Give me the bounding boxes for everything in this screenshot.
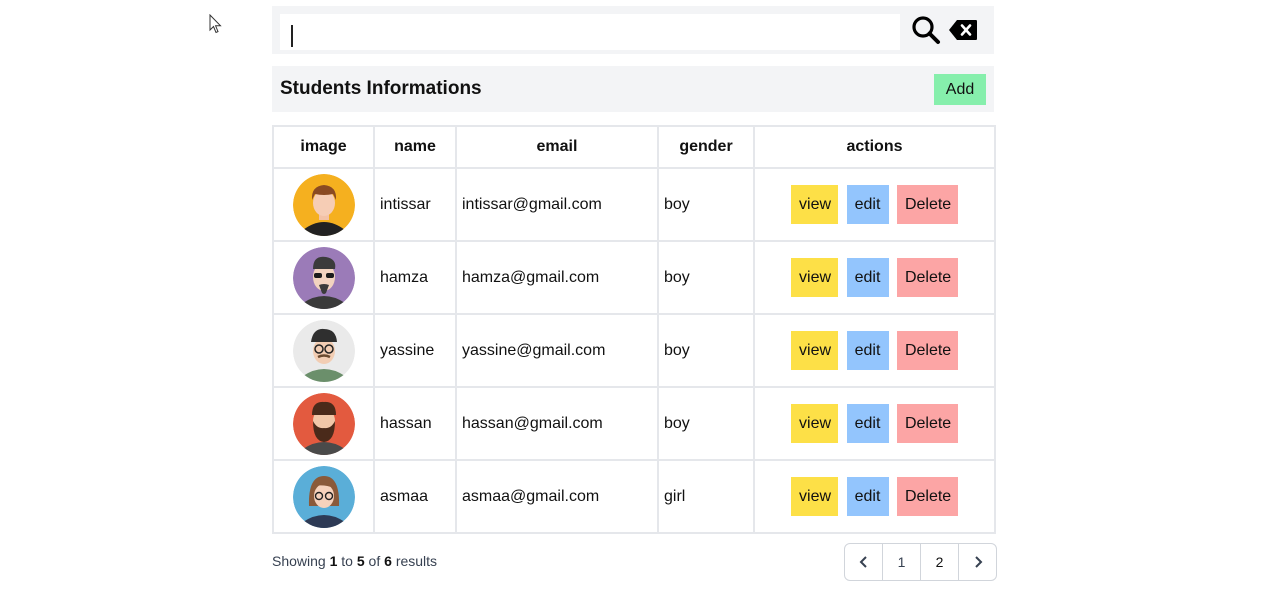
- summary-prefix: Showing: [272, 553, 326, 569]
- gender-cell: boy: [657, 386, 755, 461]
- add-student-button[interactable]: Add: [934, 74, 986, 105]
- name-cell: yassine: [373, 313, 457, 388]
- view-button[interactable]: view: [791, 477, 839, 516]
- edit-button[interactable]: edit: [846, 331, 889, 370]
- view-button[interactable]: view: [791, 258, 839, 297]
- delete-button[interactable]: Delete: [896, 477, 958, 516]
- summary-of-word: of: [368, 553, 381, 569]
- results-summary: Showing 1 to 5 of 6 results: [272, 553, 437, 569]
- delete-button[interactable]: Delete: [896, 258, 958, 297]
- avatar: [292, 392, 355, 455]
- summary-from: 1: [329, 553, 338, 569]
- actions-cell: view edit Delete: [753, 313, 996, 388]
- gender-cell: girl: [657, 459, 755, 534]
- chevron-right-icon: [974, 556, 982, 568]
- students-table: image name email gender actions intissar…: [272, 125, 996, 534]
- email-cell: asmaa@gmail.com: [455, 459, 659, 534]
- view-button[interactable]: view: [791, 185, 839, 224]
- view-button[interactable]: view: [791, 404, 839, 443]
- pagination-page-1[interactable]: 1: [883, 544, 921, 580]
- table-header-row: image name email gender actions: [272, 125, 996, 169]
- name-cell: intissar: [373, 167, 457, 242]
- gender-cell: boy: [657, 240, 755, 315]
- table-row: hassan hassan@gmail.com boy view edit De…: [272, 386, 996, 461]
- edit-button[interactable]: edit: [846, 258, 889, 297]
- pagination-prev-button[interactable]: [845, 544, 883, 580]
- table-row: asmaa asmaa@gmail.com girl view edit Del…: [272, 459, 996, 534]
- pagination-next-button[interactable]: [959, 544, 996, 580]
- search-bar: [272, 6, 994, 54]
- search-icon[interactable]: [910, 14, 942, 46]
- pagination: 1 2: [844, 543, 997, 581]
- image-cell: [272, 313, 375, 388]
- column-header-name: name: [373, 125, 457, 169]
- edit-button[interactable]: edit: [846, 404, 889, 443]
- table-row: intissar intissar@gmail.com boy view edi…: [272, 167, 996, 242]
- avatar: [292, 246, 355, 309]
- gender-cell: boy: [657, 167, 755, 242]
- actions-cell: view edit Delete: [753, 459, 996, 534]
- pagination-page-2[interactable]: 2: [921, 544, 959, 580]
- delete-button[interactable]: Delete: [896, 331, 958, 370]
- text-caret: [291, 25, 293, 47]
- image-cell: [272, 240, 375, 315]
- gender-cell: boy: [657, 313, 755, 388]
- name-cell: hassan: [373, 386, 457, 461]
- avatar: [292, 319, 355, 382]
- edit-button[interactable]: edit: [846, 477, 889, 516]
- actions-cell: view edit Delete: [753, 240, 996, 315]
- email-cell: hamza@gmail.com: [455, 240, 659, 315]
- image-cell: [272, 386, 375, 461]
- table-row: yassine yassine@gmail.com boy view edit …: [272, 313, 996, 388]
- image-cell: [272, 459, 375, 534]
- edit-button[interactable]: edit: [846, 185, 889, 224]
- avatar: [292, 173, 355, 236]
- image-cell: [272, 167, 375, 242]
- mouse-pointer-icon: [209, 14, 222, 34]
- column-header-actions: actions: [753, 125, 996, 169]
- avatar: [292, 465, 355, 528]
- search-input[interactable]: [280, 14, 900, 50]
- delete-button[interactable]: Delete: [896, 185, 958, 224]
- name-cell: hamza: [373, 240, 457, 315]
- summary-to-word: to: [341, 553, 353, 569]
- table-row: hamza hamza@gmail.com boy view edit Dele…: [272, 240, 996, 315]
- column-header-email: email: [455, 125, 659, 169]
- chevron-left-icon: [859, 556, 867, 568]
- name-cell: asmaa: [373, 459, 457, 534]
- summary-suffix: results: [395, 553, 438, 569]
- actions-cell: view edit Delete: [753, 386, 996, 461]
- column-header-gender: gender: [657, 125, 755, 169]
- email-cell: hassan@gmail.com: [455, 386, 659, 461]
- page-title: Students Informations: [280, 78, 482, 99]
- summary-total: 6: [384, 553, 392, 569]
- delete-button[interactable]: Delete: [896, 404, 958, 443]
- backspace-clear-icon[interactable]: [948, 19, 978, 41]
- summary-to: 5: [356, 553, 365, 569]
- column-header-image: image: [272, 125, 375, 169]
- email-cell: intissar@gmail.com: [455, 167, 659, 242]
- email-cell: yassine@gmail.com: [455, 313, 659, 388]
- view-button[interactable]: view: [791, 331, 839, 370]
- actions-cell: view edit Delete: [753, 167, 996, 242]
- table-header-bar: Students Informations Add: [272, 66, 994, 112]
